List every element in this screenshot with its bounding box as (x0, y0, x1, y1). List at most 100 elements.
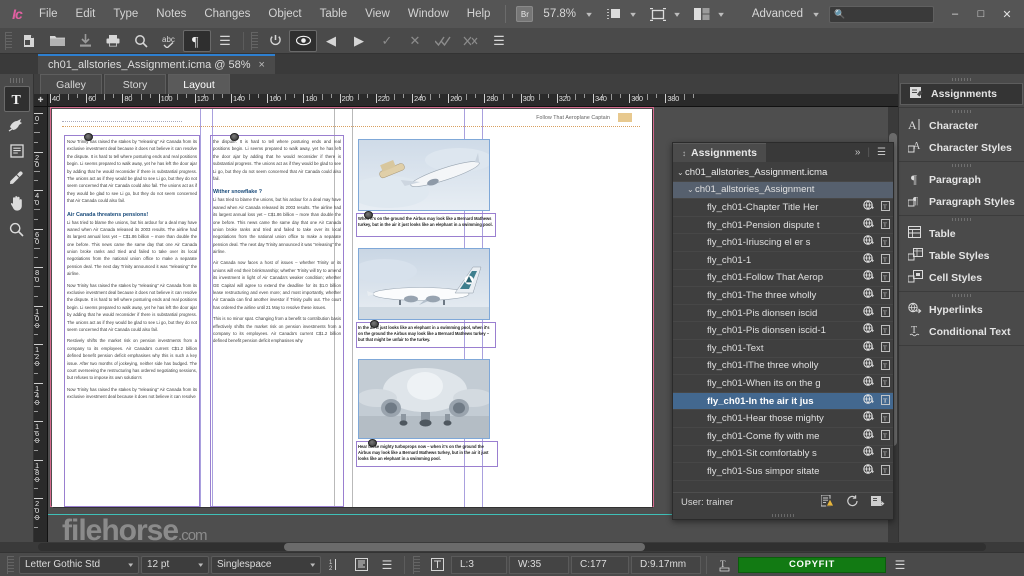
story-status-globe-icon[interactable] (860, 200, 877, 215)
leading-select[interactable]: Singlespace ▾ (211, 556, 321, 574)
story-status-globe-icon[interactable] (860, 411, 877, 426)
horizontal-ruler[interactable]: 4060801001201401601802002202402602803003… (48, 94, 898, 107)
assignments-story-row[interactable]: fly_ch01-Sit comfortably sT (673, 446, 893, 464)
menu-object[interactable]: Object (259, 4, 310, 24)
story-text-icon[interactable]: T (877, 377, 893, 389)
statusbar-grip-2[interactable] (413, 556, 420, 574)
story-text-icon[interactable]: T (877, 413, 893, 425)
menu-edit[interactable]: Edit (67, 4, 105, 24)
assignments-story-row[interactable]: fly_ch01-Iriuscing el er sT (673, 234, 893, 252)
zoom-tool-icon[interactable] (4, 216, 30, 242)
accept-change-icon[interactable]: ✓ (373, 30, 401, 52)
menu-window[interactable]: Window (399, 4, 458, 24)
search-box[interactable]: 🔍 (829, 6, 934, 23)
story-text-icon[interactable]: T (877, 325, 893, 337)
assignments-story-row[interactable]: fly_ch01-Come fly with meT (673, 428, 893, 446)
copyfit-indicator[interactable]: COPYFIT (738, 557, 886, 573)
story-text-icon[interactable]: T (877, 465, 893, 477)
maximize-icon[interactable]: □ (968, 3, 994, 25)
spellcheck-icon[interactable]: abc (155, 30, 183, 52)
tree-twisty-icon[interactable]: ⌄ (687, 185, 695, 194)
dock-item-character[interactable]: ACharacter (899, 115, 1024, 137)
story-text-icon[interactable]: T (877, 360, 893, 372)
assignments-story-row[interactable]: fly_ch01-lThe three whollyT (673, 358, 893, 376)
panel-collapse-icon[interactable]: ↕ (682, 149, 686, 158)
story-text-icon[interactable]: T (877, 289, 893, 301)
story-text-icon[interactable]: T (877, 430, 893, 442)
leading-chevron-down-icon[interactable]: ▾ (311, 561, 316, 569)
story-status-globe-icon[interactable] (860, 464, 877, 479)
type-tool[interactable]: T (4, 86, 30, 112)
note-anchor-icon-3[interactable] (364, 211, 373, 219)
paragraph-format-icon[interactable] (349, 555, 373, 575)
dock-item-paragraph-styles[interactable]: ¶Paragraph Styles (899, 191, 1024, 213)
dock-group-grip[interactable] (899, 292, 1024, 299)
dock-item-table-styles[interactable]: Table Styles (899, 245, 1024, 267)
power-icon[interactable] (261, 30, 289, 52)
tree-twisty-icon[interactable]: ⌄ (677, 168, 685, 177)
story-status-globe-icon[interactable] (860, 429, 877, 444)
story-status-globe-icon[interactable] (860, 288, 877, 303)
assignments-story-row[interactable]: fly_ch01-Hear those mightyT (673, 410, 893, 428)
story-text-icon[interactable]: T (877, 307, 893, 319)
story-status-globe-icon[interactable] (860, 394, 877, 409)
workspace-switcher[interactable]: Advanced (746, 8, 809, 20)
story-text-icon[interactable]: T (877, 395, 893, 407)
airbus-tail-photo[interactable] (358, 248, 490, 320)
statusbar-grip[interactable] (7, 556, 14, 574)
previous-change-icon[interactable]: ◀ (317, 30, 345, 52)
story-text-icon[interactable]: T (877, 254, 893, 266)
view-options-chevron-down-icon[interactable]: ▾ (667, 10, 687, 19)
assignments-story-row[interactable]: fly_ch01-Pension dispute tT (673, 217, 893, 235)
assignments-story-row[interactable]: fly_ch01-In the air it jusT (673, 393, 893, 411)
text-info-icon[interactable] (425, 555, 449, 575)
changes-menu-icon[interactable]: ☰ (485, 30, 513, 52)
dock-item-conditional-text[interactable]: TConditional Text (899, 321, 1024, 343)
hand-tool-icon[interactable] (4, 190, 30, 216)
search-icon[interactable] (127, 30, 155, 52)
dock-item-table[interactable]: Table (899, 223, 1024, 245)
story-text-icon[interactable]: T (877, 272, 893, 284)
show-errors-icon[interactable] (821, 495, 834, 510)
airbus-takeoff-photo[interactable] (358, 139, 490, 211)
dock-item-assignments[interactable]: Assignments (900, 83, 1023, 105)
assignments-story-row[interactable]: fly_ch01-Pis dionsen iscidT (673, 305, 893, 323)
dock-item-character-styles[interactable]: ACharacter Styles (899, 137, 1024, 159)
assignments-panel[interactable]: ↕ Assignments » | ☰ ⌄ch01_allstories_Ass… (672, 142, 894, 520)
story-status-globe-icon[interactable] (860, 235, 877, 250)
statusbar-menu-icon[interactable]: ☰ (375, 555, 399, 575)
dock-item-hyperlinks[interactable]: Hyperlinks (899, 299, 1024, 321)
dock-item-cell-styles[interactable]: Cell Styles (899, 267, 1024, 289)
check-in-icon[interactable] (71, 30, 99, 52)
tab-layout[interactable]: Layout (168, 74, 230, 94)
tab-story[interactable]: Story (104, 74, 166, 94)
font-size-select[interactable]: 12 pt ▾ (141, 556, 209, 574)
story-text-icon[interactable]: T (877, 201, 893, 213)
airbus-front-photo[interactable] (358, 359, 490, 439)
show-hidden-characters-icon[interactable]: ¶ (183, 30, 211, 52)
screen-mode-chevron-down-icon[interactable]: ▾ (623, 10, 643, 19)
assignments-story-row[interactable]: fly_ch01-Follow That AeropT (673, 270, 893, 288)
check-out-icon[interactable] (871, 495, 885, 510)
toolbar-grip-2[interactable] (251, 32, 258, 50)
notes-list-icon[interactable] (4, 138, 30, 164)
story-text-icon[interactable]: T (877, 219, 893, 231)
note-anchor-icon-4[interactable] (370, 320, 379, 328)
search-input[interactable] (845, 9, 929, 20)
story-text-icon[interactable]: T (877, 237, 893, 249)
menu-type[interactable]: Type (104, 4, 147, 24)
story-status-globe-icon[interactable] (860, 270, 877, 285)
new-doc-icon[interactable] (15, 30, 43, 52)
panel-expand-icon[interactable]: » (855, 147, 861, 158)
dock-group-grip[interactable] (899, 108, 1024, 115)
reject-all-changes-icon[interactable] (457, 30, 485, 52)
close-icon[interactable]: ✕ (994, 3, 1020, 25)
story-text-icon[interactable]: T (877, 448, 893, 460)
assignments-story-row[interactable]: fly_ch01-TextT (673, 340, 893, 358)
copyfit-depth-icon[interactable]: T (712, 555, 736, 575)
vertical-ruler[interactable]: 02 04 06 08 01 0 01 2 01 4 01 6 01 8 02 … (34, 107, 48, 542)
menu-notes[interactable]: Notes (147, 4, 195, 24)
assignments-story-row[interactable]: fly_ch01-Chapter Title HerT (673, 199, 893, 217)
menu-table[interactable]: Table (311, 4, 357, 24)
open-folder-icon[interactable] (43, 30, 71, 52)
